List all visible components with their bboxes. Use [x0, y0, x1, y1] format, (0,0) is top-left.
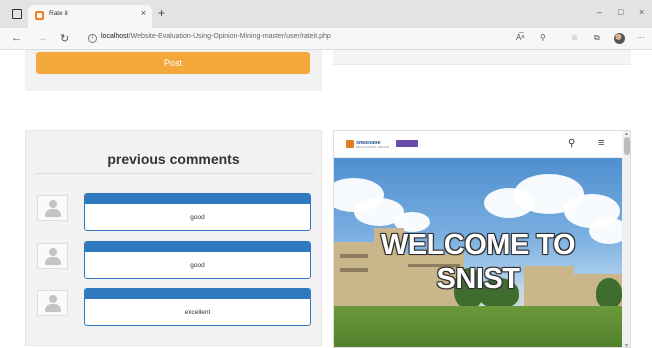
forward-button[interactable]: → [37, 32, 48, 44]
url-host: localhost [101, 33, 129, 40]
hero-title-line1: WELCOME TO [380, 229, 576, 261]
hero-title-line2: SNIST [436, 263, 520, 295]
comment-text: good [190, 214, 205, 221]
logo-subtext: EDUCATIONAL GROUP [356, 145, 389, 149]
url-field[interactable]: localhost/Website-Evaluation-Using-Opini… [101, 33, 331, 40]
comment-header-bar [85, 289, 310, 299]
user-avatar-icon [37, 243, 68, 269]
comment-box: excellent [84, 288, 311, 326]
page-content: Post previous comments good good excelle… [0, 50, 652, 348]
more-options-icon[interactable]: ··· [637, 33, 645, 42]
comment-text: excellent [184, 309, 211, 316]
tab-actions-icon[interactable] [12, 9, 22, 19]
preview-scrollbar[interactable]: ▲ ▼ [622, 131, 630, 347]
accreditation-badge-icon [396, 140, 418, 147]
scroll-thumb[interactable] [624, 137, 630, 155]
collections-icon[interactable]: ⧉ [594, 33, 600, 43]
previous-comments-card: previous comments good good excellent [25, 130, 322, 346]
comment-item: excellent [37, 288, 317, 326]
refresh-button[interactable]: ↻ [60, 32, 69, 45]
search-icon[interactable]: ⚲ [568, 138, 575, 149]
hero-banner: WELCOME TO SNIST [334, 158, 622, 347]
hamburger-menu-icon[interactable]: ≡ [598, 137, 604, 149]
comment-header-bar [85, 194, 310, 204]
site-info-icon[interactable]: i [88, 34, 97, 43]
zoom-icon[interactable]: ⚲ [540, 33, 546, 42]
divider [35, 173, 314, 174]
minimize-button[interactable]: – [597, 7, 602, 17]
preview-navbar: SREENIDHI EDUCATIONAL GROUP ⚲ ≡ [334, 131, 622, 158]
maximize-button[interactable]: □ [618, 7, 623, 17]
close-window-button[interactable]: × [639, 7, 644, 17]
right-top-card [333, 50, 631, 65]
lawn [334, 306, 622, 347]
comment-box: good [84, 193, 311, 231]
comment-item: good [37, 193, 317, 231]
tab-close-icon[interactable]: × [141, 8, 146, 18]
address-bar: ← → ↻ i localhost/Website-Evaluation-Usi… [0, 28, 652, 50]
user-avatar-icon [37, 290, 68, 316]
profile-avatar[interactable] [614, 33, 625, 44]
comment-item: good [37, 241, 317, 279]
read-aloud-icon[interactable]: A͡ᵃ [516, 33, 524, 42]
comments-title: previous comments [107, 151, 240, 167]
browser-tab-bar: Rate it × + – □ × [0, 0, 652, 28]
comment-box: good [84, 241, 311, 279]
scroll-down-icon[interactable]: ▼ [624, 343, 629, 347]
comment-text: good [190, 262, 205, 269]
back-button[interactable]: ← [11, 32, 22, 44]
new-tab-button[interactable]: + [158, 6, 165, 20]
url-path: /Website-Evaluation-Using-Opinion-Mining… [128, 33, 331, 40]
favicon-icon [35, 11, 44, 20]
website-preview-frame[interactable]: SREENIDHI EDUCATIONAL GROUP ⚲ ≡ WELCOME … [333, 130, 631, 348]
tab-title: Rate it [49, 10, 68, 17]
comment-header-bar [85, 242, 310, 252]
post-button[interactable]: Post [36, 52, 310, 74]
college-logo-icon [346, 140, 354, 148]
user-avatar-icon [37, 195, 68, 221]
browser-tab[interactable]: Rate it × [28, 5, 152, 28]
favorite-icon[interactable]: ☆ [571, 33, 578, 42]
rating-form-card: Post [25, 50, 322, 91]
